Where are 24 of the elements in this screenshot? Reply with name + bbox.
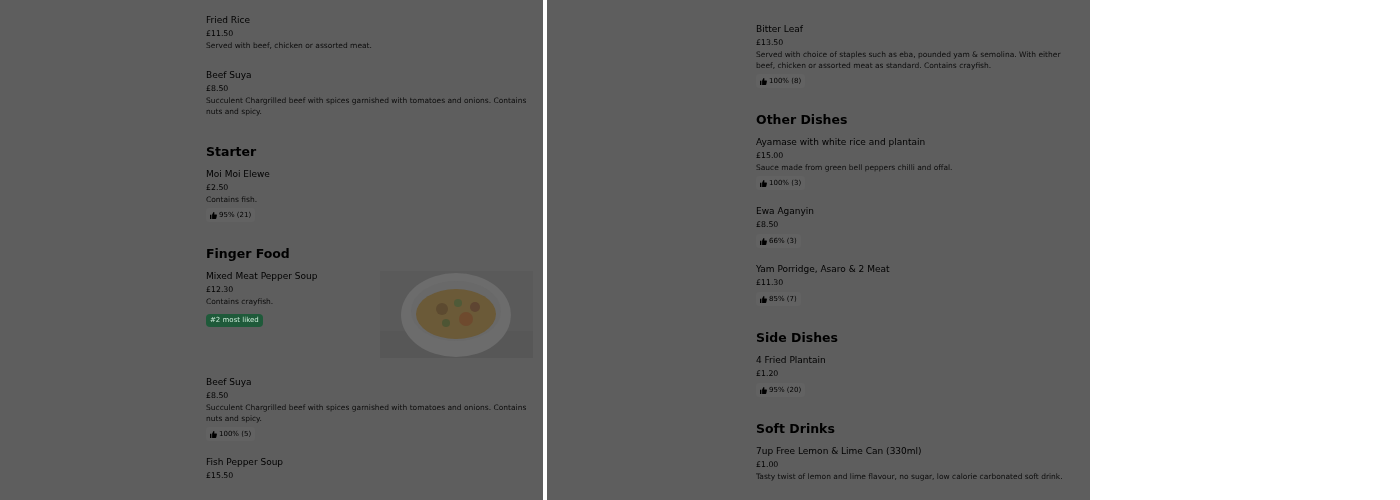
dish-name: Bitter Leaf <box>756 23 804 36</box>
thumbs-up-icon <box>760 386 767 394</box>
section-heading: Finger Food <box>206 245 291 263</box>
thumbs-up-icon <box>210 430 217 438</box>
thumbs-up-icon <box>760 77 767 85</box>
dish-name: Yam Porridge, Asaro & 2 Meat <box>756 263 891 276</box>
dish-name: Fried Rice <box>206 14 252 27</box>
thumbs-up-icon <box>210 211 217 219</box>
dish-name: Beef Suya <box>206 69 253 82</box>
section-heading: Side Dishes <box>756 329 839 347</box>
thumbs-up-icon <box>760 179 767 187</box>
dish-name: Beef Suya <box>206 376 253 389</box>
dish-name: Mixed Meat Pepper Soup <box>206 270 319 283</box>
thumbs-up-icon <box>760 295 767 303</box>
dish-name: Fish Pepper Soup <box>206 456 285 469</box>
section-heading: Starter <box>206 143 258 161</box>
section-heading: Other Dishes <box>756 111 849 129</box>
dish-name: 4 Fried Plantain <box>756 354 827 367</box>
dish-name: Moi Moi Elewe <box>206 168 271 181</box>
section-heading: Soft Drinks <box>756 420 836 438</box>
dish-name: Ayamase with white rice and plantain <box>756 136 927 149</box>
dish-name: 7up Free Lemon & Lime Can (330ml) <box>756 445 923 458</box>
thumbs-up-icon <box>760 237 767 245</box>
dish-name: Ewa Aganyin <box>756 205 816 218</box>
